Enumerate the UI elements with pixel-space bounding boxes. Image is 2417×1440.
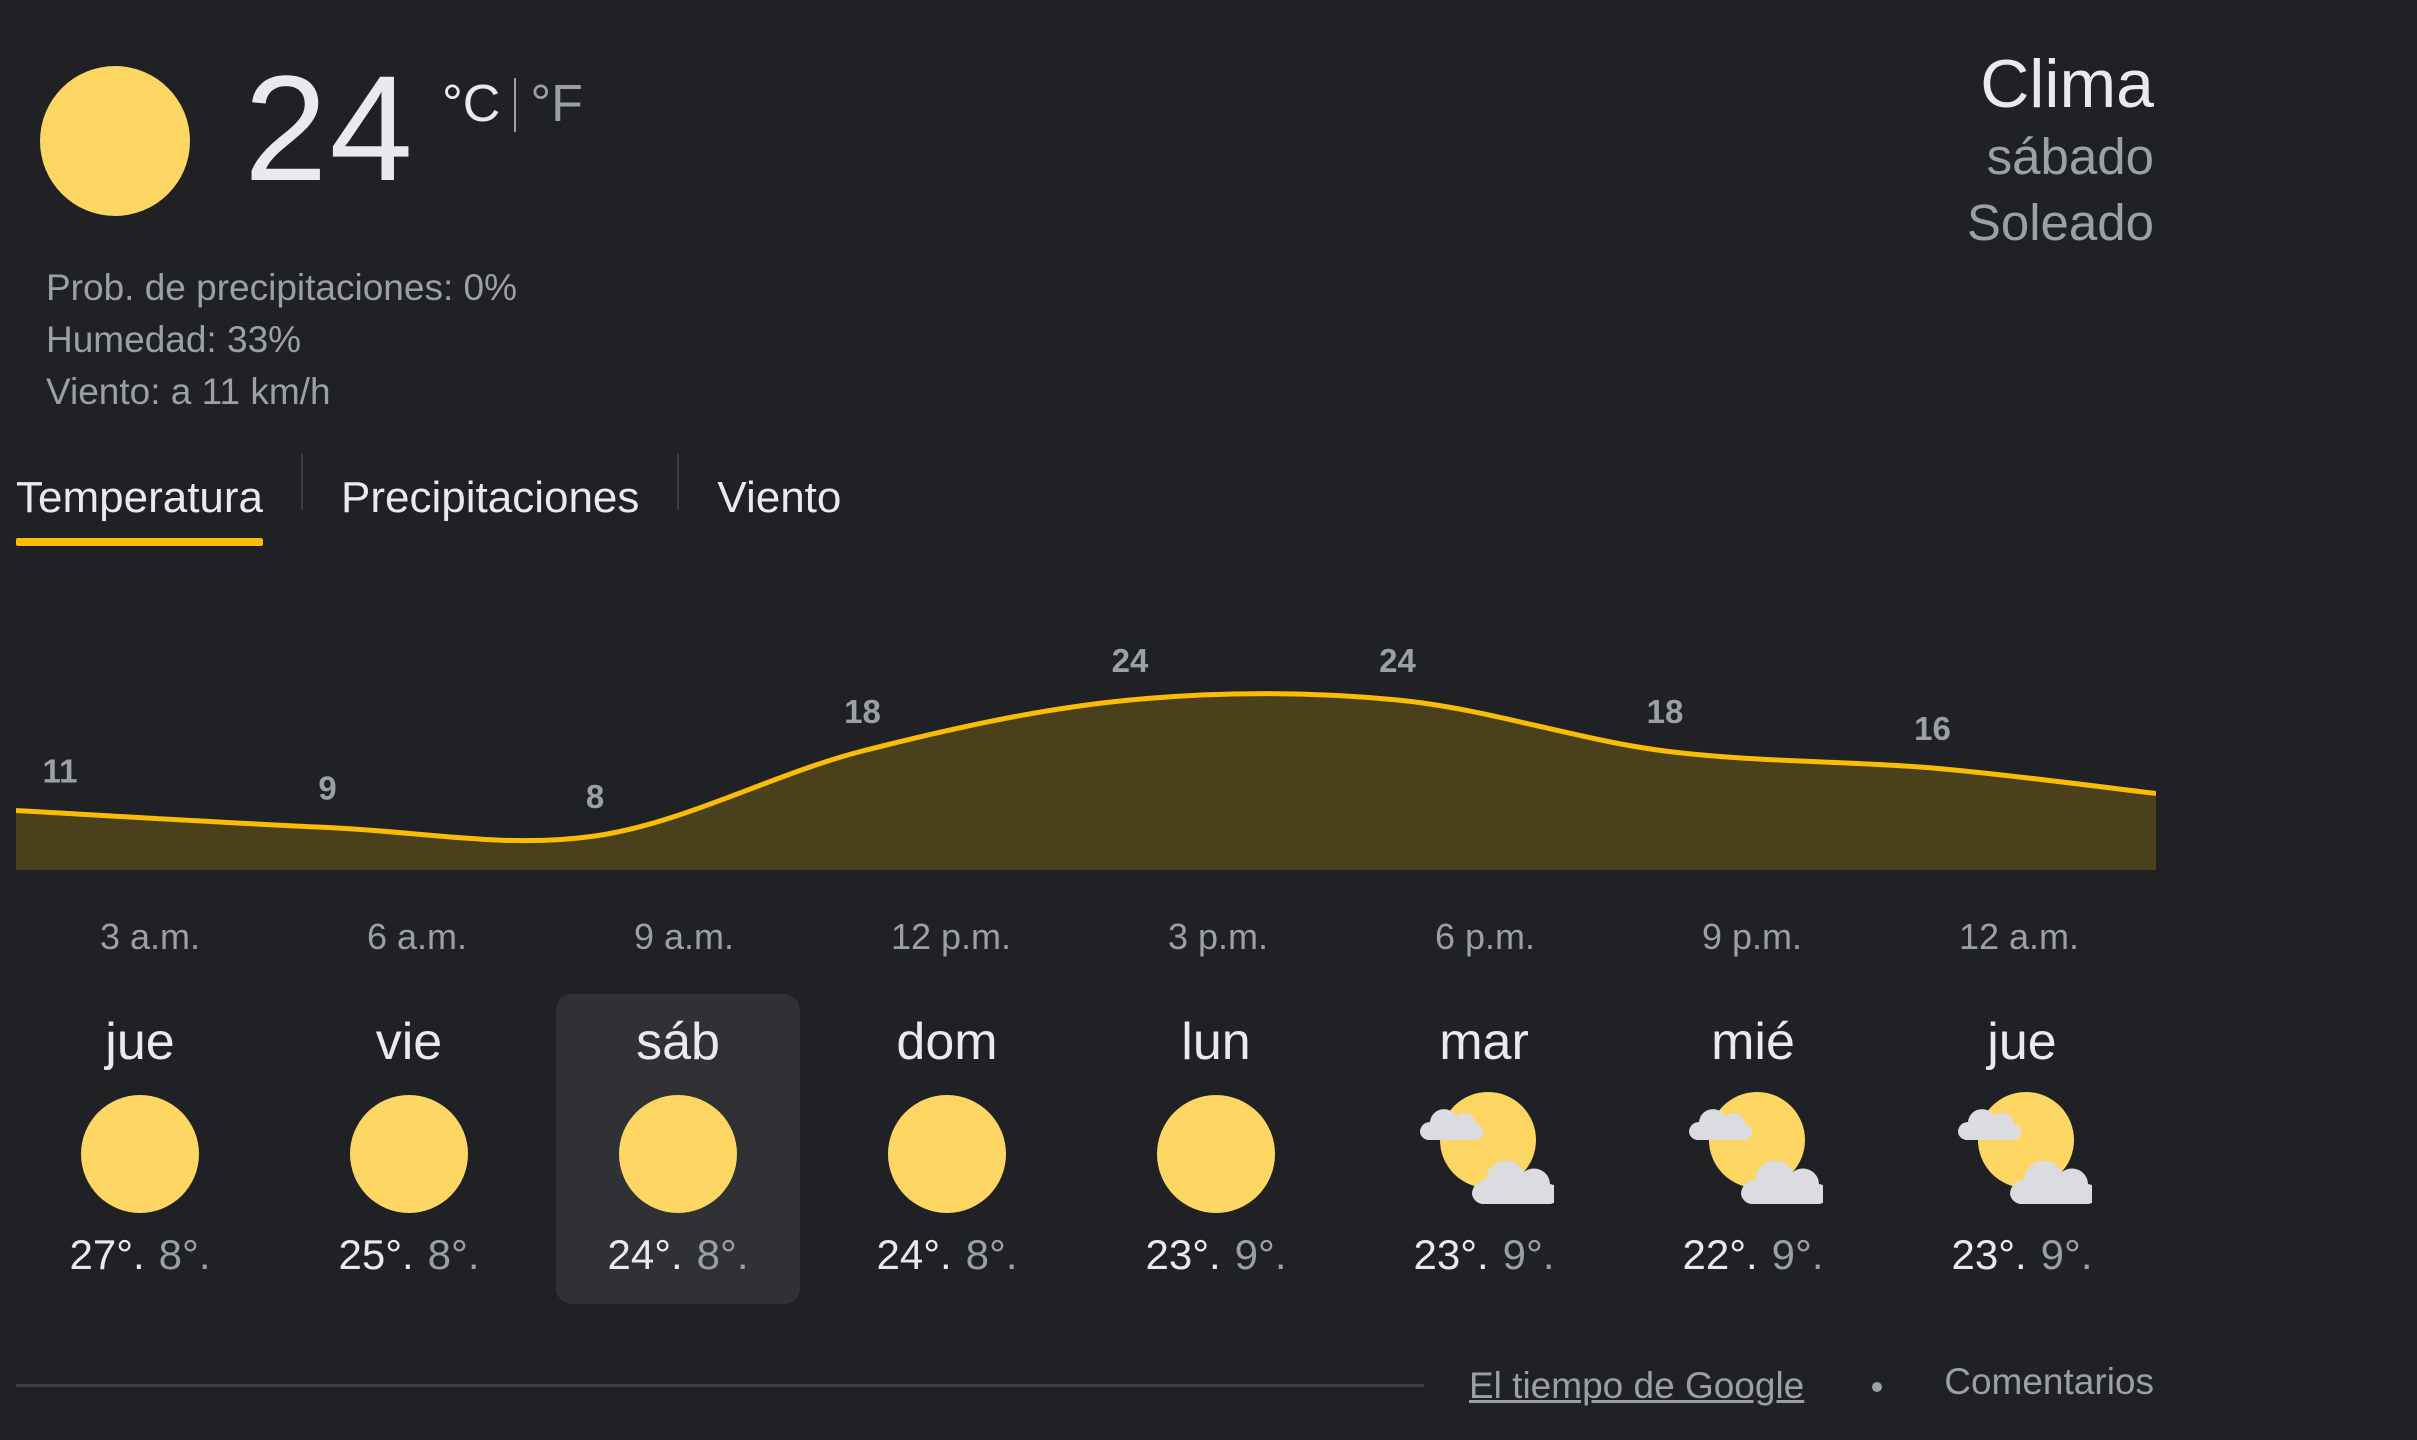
day-card-dom[interactable]: dom 24°. 8°. [825, 994, 1069, 1304]
sun-icon [70, 1088, 210, 1218]
day-card-mié[interactable]: mié 22°. 9°. [1631, 994, 1875, 1304]
high-temp: 25°. [338, 1231, 414, 1278]
sun-icon [608, 1088, 748, 1218]
day-name: mié [1711, 1013, 1795, 1071]
tab-temperature[interactable]: Temperatura [16, 446, 264, 546]
day-card-jue[interactable]: jue 23°. 9°. [1900, 994, 2144, 1304]
day-temperatures: 22°. 9°. [1631, 1230, 1875, 1280]
current-day: sábado [1986, 128, 2154, 185]
day-name: sáb [636, 1013, 720, 1071]
day-card-mar[interactable]: mar 23°. 9°. [1362, 994, 1606, 1304]
day-temperatures: 24°. 8°. [556, 1230, 800, 1280]
humidity-text: Humedad: 33% [46, 319, 302, 360]
hour-label: 9 p.m. [1701, 916, 1803, 957]
day-card-jue[interactable]: jue 27°. 8°. [18, 994, 262, 1304]
value-label: 16 [1914, 710, 1951, 747]
low-temp: 8°. [696, 1231, 749, 1278]
day-name: mar [1439, 1013, 1529, 1071]
day-name: jue [1987, 1013, 2057, 1071]
low-temp: 9°. [1502, 1231, 1555, 1278]
day-card-lun[interactable]: lun 23°. 9°. [1094, 994, 1338, 1304]
current-condition: Soleado [1966, 194, 2154, 251]
temperature-chart: 11 9 8 18 24 24 18 16 [16, 642, 2156, 870]
feedback-link[interactable]: Comentarios [1944, 1358, 2154, 1406]
partly-cloudy-icon [1414, 1088, 1560, 1218]
day-temperatures: 27°. 8°. [18, 1230, 262, 1280]
widget-title: Clima [1980, 46, 2154, 122]
day-name: lun [1181, 1013, 1251, 1071]
tab-divider [677, 454, 680, 510]
separator-dot [1872, 1382, 1882, 1392]
day-name: dom [896, 1013, 998, 1071]
daily-forecast: jue 27°. 8°. vie 25°. 8°. sáb 24°. 8°. dom 24°. 8°.… [0, 994, 2417, 1304]
hour-label: 3 p.m. [1167, 916, 1269, 957]
high-temp: 24°. [876, 1231, 952, 1278]
hour-label: 12 p.m. [890, 916, 1012, 957]
value-label: 24 [1379, 642, 1416, 679]
hour-label: 12 a.m. [1958, 916, 2080, 957]
tab-wind[interactable]: Viento [717, 446, 841, 538]
tab-divider [301, 454, 304, 510]
weather-details: Prob. de precipitaciones: 0% Humedad: 33… [46, 262, 517, 418]
sun-icon [877, 1088, 1017, 1218]
hour-label: 6 a.m. [366, 916, 468, 957]
day-name: jue [105, 1013, 175, 1071]
source-link[interactable]: El tiempo de Google [1469, 1362, 1804, 1410]
weather-widget: 24 °C °F Prob. de precipitaciones: 0% Hu… [0, 0, 2417, 1440]
temperature-area [16, 693, 2156, 870]
low-temp: 8°. [158, 1231, 211, 1278]
sun-icon [339, 1088, 479, 1218]
low-temp: 9°. [1234, 1231, 1287, 1278]
day-temperatures: 25°. 8°. [287, 1230, 531, 1280]
high-temp: 23°. [1145, 1231, 1221, 1278]
hour-label: 9 a.m. [633, 916, 735, 957]
hour-label: 6 p.m. [1434, 916, 1536, 957]
value-label: 8 [586, 778, 604, 815]
header-info: Clima sábado Soleado [1967, 44, 2154, 256]
day-temperatures: 23°. 9°. [1900, 1230, 2144, 1280]
hour-label: 3 a.m. [99, 916, 201, 957]
low-temp: 9°. [1771, 1231, 1824, 1278]
footer-divider [16, 1384, 1424, 1387]
tab-precipitation[interactable]: Precipitaciones [341, 446, 639, 538]
value-label: 24 [1112, 642, 1149, 679]
sun-icon [1146, 1088, 1286, 1218]
chart-tabs: Temperatura Precipitaciones Viento [16, 446, 841, 546]
precipitation-text: Prob. de precipitaciones: 0% [46, 267, 517, 308]
high-temp: 27°. [69, 1231, 145, 1278]
celsius-toggle[interactable]: °C [442, 74, 500, 134]
low-temp: 8°. [965, 1231, 1018, 1278]
partly-cloudy-icon [1952, 1088, 2098, 1218]
high-temp: 23°. [1951, 1231, 2027, 1278]
value-label: 18 [1647, 693, 1684, 730]
day-card-vie[interactable]: vie 25°. 8°. [287, 994, 531, 1304]
low-temp: 8°. [427, 1231, 480, 1278]
day-temperatures: 23°. 9°. [1094, 1230, 1338, 1280]
day-card-sáb[interactable]: sáb 24°. 8°. [556, 994, 800, 1304]
sun-icon [40, 66, 190, 216]
day-temperatures: 24°. 8°. [825, 1230, 1069, 1280]
partly-cloudy-icon [1683, 1088, 1829, 1218]
high-temp: 24°. [607, 1231, 683, 1278]
current-temperature: 24 [244, 44, 415, 212]
day-name: vie [375, 1013, 443, 1071]
hour-axis: 3 a.m. 6 a.m. 9 a.m. 12 p.m. 3 p.m. 6 p.m. 9 p… [0, 912, 2417, 962]
unit-divider [514, 78, 517, 132]
value-label: 9 [318, 770, 336, 807]
high-temp: 22°. [1682, 1231, 1758, 1278]
low-temp: 9°. [2040, 1231, 2093, 1278]
high-temp: 23°. [1413, 1231, 1489, 1278]
day-temperatures: 23°. 9°. [1362, 1230, 1606, 1280]
unit-switch: °C °F [442, 74, 583, 134]
fahrenheit-toggle[interactable]: °F [530, 74, 583, 134]
value-label: 18 [844, 693, 881, 730]
wind-text: Viento: a 11 km/h [46, 371, 331, 412]
value-label: 11 [43, 753, 78, 790]
